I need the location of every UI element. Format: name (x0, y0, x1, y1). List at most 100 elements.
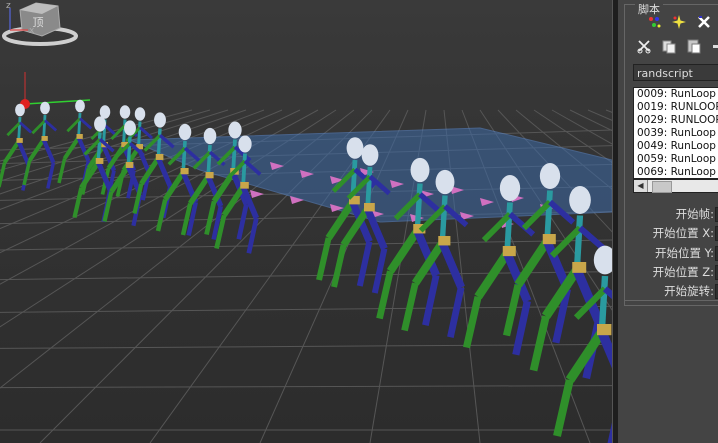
biped-part (438, 241, 465, 289)
biped-part (439, 195, 448, 243)
biped-part (502, 246, 516, 257)
start-pos-x-label: 开始位置 X: (652, 226, 714, 240)
biped-part (410, 157, 430, 183)
biped-part (246, 217, 259, 254)
list-item[interactable]: 0049: RunLoop (634, 140, 718, 153)
biped-part (238, 135, 252, 153)
biped-part (124, 120, 136, 136)
biped-part (221, 185, 246, 217)
biped-part (577, 225, 607, 252)
biped-part (474, 250, 511, 300)
biped-part (231, 139, 237, 173)
biped-part (16, 140, 31, 166)
list-item[interactable]: 0029: RUNLOOP (634, 114, 718, 127)
biped-part (154, 112, 166, 128)
biped-part (155, 154, 164, 160)
list-horizontal-scrollbar[interactable]: ◀ (633, 179, 718, 193)
list-item[interactable]: 0069: RunLoop (634, 166, 718, 178)
biped-part (422, 274, 440, 326)
biped-part (544, 190, 553, 242)
biped-part (241, 153, 247, 187)
biped-part (331, 244, 347, 288)
paste-icon[interactable] (686, 38, 702, 54)
biped-part (122, 119, 127, 146)
biped-part (41, 136, 48, 141)
sparkle-icon[interactable] (671, 14, 687, 30)
list-item[interactable]: 0039: RunLoop (634, 127, 718, 140)
biped-part (17, 116, 22, 142)
biped-part (598, 275, 609, 333)
biped-part (180, 168, 189, 175)
biped-part (504, 202, 513, 254)
biped-part (597, 330, 612, 369)
biped-part (529, 315, 550, 372)
biped-part (94, 116, 106, 132)
list-item[interactable]: 0059: RunLoop (634, 153, 718, 166)
biped-part (15, 103, 25, 117)
biped-part (72, 187, 84, 218)
biped-part (40, 101, 50, 115)
scroll-thumb[interactable] (652, 181, 672, 193)
scroll-left-arrow-icon[interactable]: ◀ (634, 180, 648, 192)
biped-part (134, 107, 146, 121)
script-list[interactable]: 0009: RunLoop 0019: RUNLOOP 0029: RUNLOO… (633, 87, 718, 179)
list-item[interactable]: 0009: RunLoop (634, 88, 718, 101)
biped-part (573, 215, 584, 270)
biped-part (435, 169, 455, 195)
grid-line (0, 385, 612, 389)
biped-part (75, 99, 85, 113)
toolbar-row-1 (646, 14, 712, 32)
copy-icon[interactable] (661, 38, 677, 54)
biped-part (401, 282, 419, 332)
start-pos-z-label: 开始位置 Z: (652, 265, 714, 279)
biped-part (539, 162, 561, 190)
grid-line (0, 305, 612, 313)
biped-part (19, 121, 33, 134)
biped-part (42, 114, 47, 140)
biped-part (228, 121, 242, 139)
biped-part (414, 183, 423, 231)
biped-part (512, 300, 531, 356)
biped-part (204, 200, 217, 236)
biped-part (371, 247, 388, 294)
list-item[interactable]: 0019: RUNLOOP (634, 101, 718, 114)
biped-part (203, 127, 217, 145)
biped-figure (22, 101, 58, 189)
biped-part (0, 162, 7, 188)
biped-part (499, 174, 521, 202)
close-x-icon[interactable] (696, 14, 712, 30)
biped-part (356, 240, 373, 287)
3d-viewport[interactable]: 顶 z x (0, 0, 612, 443)
biped-part (240, 182, 249, 189)
biped-part (502, 283, 522, 337)
color-particles-icon[interactable] (646, 14, 662, 30)
biped-part (206, 144, 212, 177)
script-selector[interactable]: randscript (633, 64, 718, 81)
scissors-icon[interactable] (636, 38, 652, 54)
biped-part (447, 286, 465, 338)
biped-part (125, 162, 134, 168)
biped-part (365, 166, 373, 210)
biped-part (76, 136, 91, 162)
biped-part (542, 234, 556, 245)
minus-icon[interactable] (711, 38, 718, 54)
biped-part (376, 270, 394, 320)
biped-part (96, 132, 102, 163)
biped-part (95, 158, 104, 164)
biped-part (156, 128, 162, 159)
biped-part (597, 324, 612, 336)
biped-part (438, 236, 451, 246)
crowd-scene (0, 72, 612, 443)
start-pos-y-label: 开始位置 Y: (654, 246, 714, 260)
biped-part (236, 203, 249, 240)
biped-part (178, 123, 192, 141)
biped-part (553, 379, 574, 437)
biped-part (76, 134, 83, 139)
biped-part (126, 136, 132, 167)
biped-part (593, 245, 612, 275)
gizmo-x-label: x (29, 26, 35, 36)
start-rotation-label: 开始旋转: (664, 284, 714, 298)
biped-part (462, 295, 482, 349)
command-panel: 脚本 randscript 0009: RunLoop 0019: RUNLOO… (618, 0, 718, 443)
biped-part (514, 238, 551, 288)
